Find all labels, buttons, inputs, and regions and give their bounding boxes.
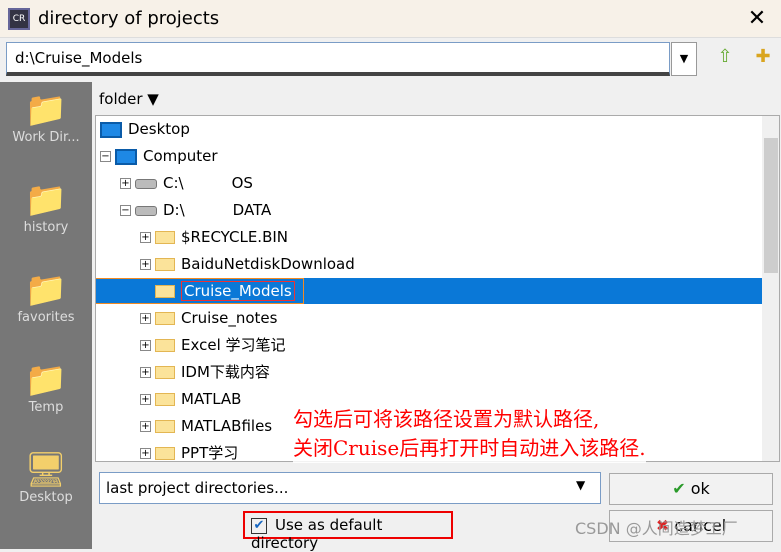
expand-icon[interactable]: + xyxy=(140,367,151,378)
tree-item[interactable]: + C:\ OS xyxy=(120,171,253,195)
folder-icon xyxy=(155,312,175,325)
tree-item-label: D:\ xyxy=(163,201,185,219)
tree-item[interactable]: Cruise_Models xyxy=(140,279,295,303)
tree-item-label: Computer xyxy=(143,147,218,165)
tree-item-label: IDM下载内容 xyxy=(181,363,270,381)
folder-icon xyxy=(155,231,175,244)
tree-item[interactable]: + Cruise_notes xyxy=(140,306,277,330)
sidebar-item-favorites[interactable]: 📁 favorites xyxy=(0,270,92,325)
collapse-icon[interactable]: − xyxy=(100,151,111,162)
sidebar-item-label: Temp xyxy=(28,400,64,415)
folder-icon xyxy=(155,366,175,379)
sidebar-item-label: history xyxy=(23,220,69,235)
annotation: 勾选后可将该路径设置为默认路径, 关闭Cruise后再打开时自动进入该路径. xyxy=(293,405,646,463)
tree-item-label: MATLAB xyxy=(181,390,242,408)
drive-icon xyxy=(135,178,157,189)
sidebar-item-desktop[interactable]: 🖥 Desktop xyxy=(0,450,92,505)
tree-item[interactable]: Desktop xyxy=(100,117,190,141)
annotation-line: 勾选后可将该路径设置为默认路径, xyxy=(293,407,600,431)
tree-item[interactable]: + MATLAB xyxy=(140,387,241,411)
tree-item-label: Desktop xyxy=(128,120,190,138)
tree-item[interactable]: + PPT学习 xyxy=(140,441,239,462)
check-icon: ✔ xyxy=(672,479,686,498)
temp-folder-icon: 📁 xyxy=(24,360,68,400)
collapse-icon[interactable]: − xyxy=(120,205,131,216)
checkbox-label: Use as default directory xyxy=(251,516,383,552)
expand-icon[interactable]: + xyxy=(140,259,151,270)
tree-item-label: Cruise_Models xyxy=(181,281,295,301)
expand-icon[interactable]: + xyxy=(140,421,151,432)
path-input[interactable]: d:\Cruise_Models xyxy=(6,42,670,76)
tree-item[interactable]: − D:\ DATA xyxy=(120,198,271,222)
last-directories-select[interactable]: last project directories... xyxy=(99,472,601,504)
window-title: directory of projects xyxy=(38,8,220,29)
tree-item-label: Excel 学习笔记 xyxy=(181,336,286,354)
sidebar-item-label: favorites xyxy=(17,310,75,325)
folder-icon xyxy=(155,258,175,271)
folder-icon xyxy=(155,285,175,298)
sidebar-item-temp[interactable]: 📁 Temp xyxy=(0,360,92,415)
tree-item-label: $RECYCLE.BIN xyxy=(181,228,289,246)
default-directory-checkbox[interactable]: ✔ Use as default directory xyxy=(243,511,453,552)
folder-icon: 📁 xyxy=(24,90,68,130)
star-folder-icon: 📁 xyxy=(24,270,68,310)
drive-label: OS xyxy=(231,174,253,192)
close-button[interactable]: ✕ xyxy=(740,4,774,34)
annotation-line: 关闭Cruise后再打开时自动进入该路径. xyxy=(293,436,646,460)
expand-icon[interactable]: + xyxy=(140,448,151,459)
path-dropdown-button[interactable]: ▼ xyxy=(671,42,697,76)
watermark: CSDN @人间造梦工厂 xyxy=(575,519,738,538)
new-folder-icon[interactable]: ✚ xyxy=(750,46,776,72)
folder-up-icon[interactable]: ⇧ xyxy=(712,46,738,72)
drive-icon xyxy=(135,205,157,216)
monitor-icon xyxy=(115,148,137,165)
tree-item[interactable]: + Excel 学习笔记 xyxy=(140,333,286,357)
tree-item[interactable]: + IDM下载内容 xyxy=(140,360,270,384)
app-icon: CR xyxy=(8,8,30,30)
folder-icon xyxy=(155,420,175,433)
folder-header[interactable]: folder ▼ xyxy=(99,90,159,108)
tree-item[interactable]: + MATLABfiles xyxy=(140,414,272,438)
tree-item[interactable]: − Computer xyxy=(100,144,218,168)
tree-item[interactable]: + $RECYCLE.BIN xyxy=(140,225,288,249)
folder-icon xyxy=(155,447,175,460)
folder-icon xyxy=(155,339,175,352)
expand-icon[interactable]: + xyxy=(140,232,151,243)
folder-icon xyxy=(155,393,175,406)
ok-label: ok xyxy=(690,479,710,498)
tree-item[interactable]: + BaiduNetdiskDownload xyxy=(140,252,355,276)
tree-item-label: PPT学习 xyxy=(181,444,239,462)
sidebar-item-history[interactable]: 📁 history xyxy=(0,180,92,235)
chevron-down-icon[interactable]: ▼ xyxy=(576,478,585,492)
scrollbar-thumb[interactable] xyxy=(764,138,778,273)
monitor-icon xyxy=(100,121,122,138)
sidebar-item-label: Desktop xyxy=(19,490,73,505)
tree-item-label: Cruise_notes xyxy=(181,309,278,327)
tree-item-label: MATLABfiles xyxy=(181,417,273,435)
sidebar-item-label: Work Dir... xyxy=(12,130,80,145)
expand-icon[interactable]: + xyxy=(140,313,151,324)
checkbox-icon[interactable]: ✔ xyxy=(251,517,267,534)
ok-button[interactable]: ✔ ok xyxy=(609,473,773,505)
sidebar: 📁 Work Dir... 📁 history 📁 favorites 📁 Temp 🖥 Desk… xyxy=(0,82,92,549)
sidebar-item-workdir[interactable]: 📁 Work Dir... xyxy=(0,90,92,145)
expand-icon[interactable]: + xyxy=(140,340,151,351)
expand-icon[interactable]: + xyxy=(140,394,151,405)
tree-item-label: C:\ xyxy=(163,174,184,192)
clock-folder-icon: 📁 xyxy=(24,180,68,220)
tree-item-label: BaiduNetdiskDownload xyxy=(181,255,355,273)
expand-icon[interactable]: + xyxy=(120,178,131,189)
drive-label: DATA xyxy=(232,201,272,219)
monitor-icon: 🖥 xyxy=(24,450,68,490)
